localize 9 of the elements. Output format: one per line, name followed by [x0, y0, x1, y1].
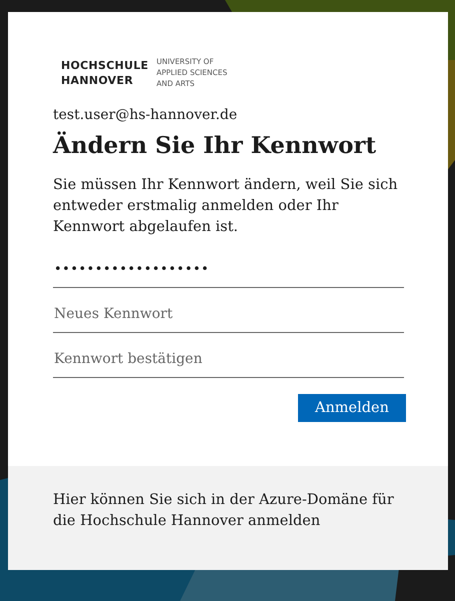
footer-text: Hier können Sie sich in der Azure-Domäne für die Hochschule Hannover anmelden — [8, 466, 448, 570]
password-field[interactable]: Neues Kennwort — [53, 296, 404, 333]
page-title: Ändern Sie Ihr Kennwort — [53, 131, 378, 161]
password-field[interactable]: ••••••••••••••••••• — [53, 252, 404, 288]
sign-in-button[interactable]: Anmelden — [298, 394, 406, 422]
account-email: test.user@hs-hannover.de — [53, 107, 238, 123]
password-field[interactable]: Kennwort bestätigen — [53, 341, 404, 378]
description: Sie müssen Ihr Kennwort ändern, weil Sie sich entweder erstmalig anmelden oder Ihr Kennwort abgelaufen ist. — [53, 176, 399, 237]
logo-name: HOCHSCHULE HANNOVER — [61, 58, 148, 89]
